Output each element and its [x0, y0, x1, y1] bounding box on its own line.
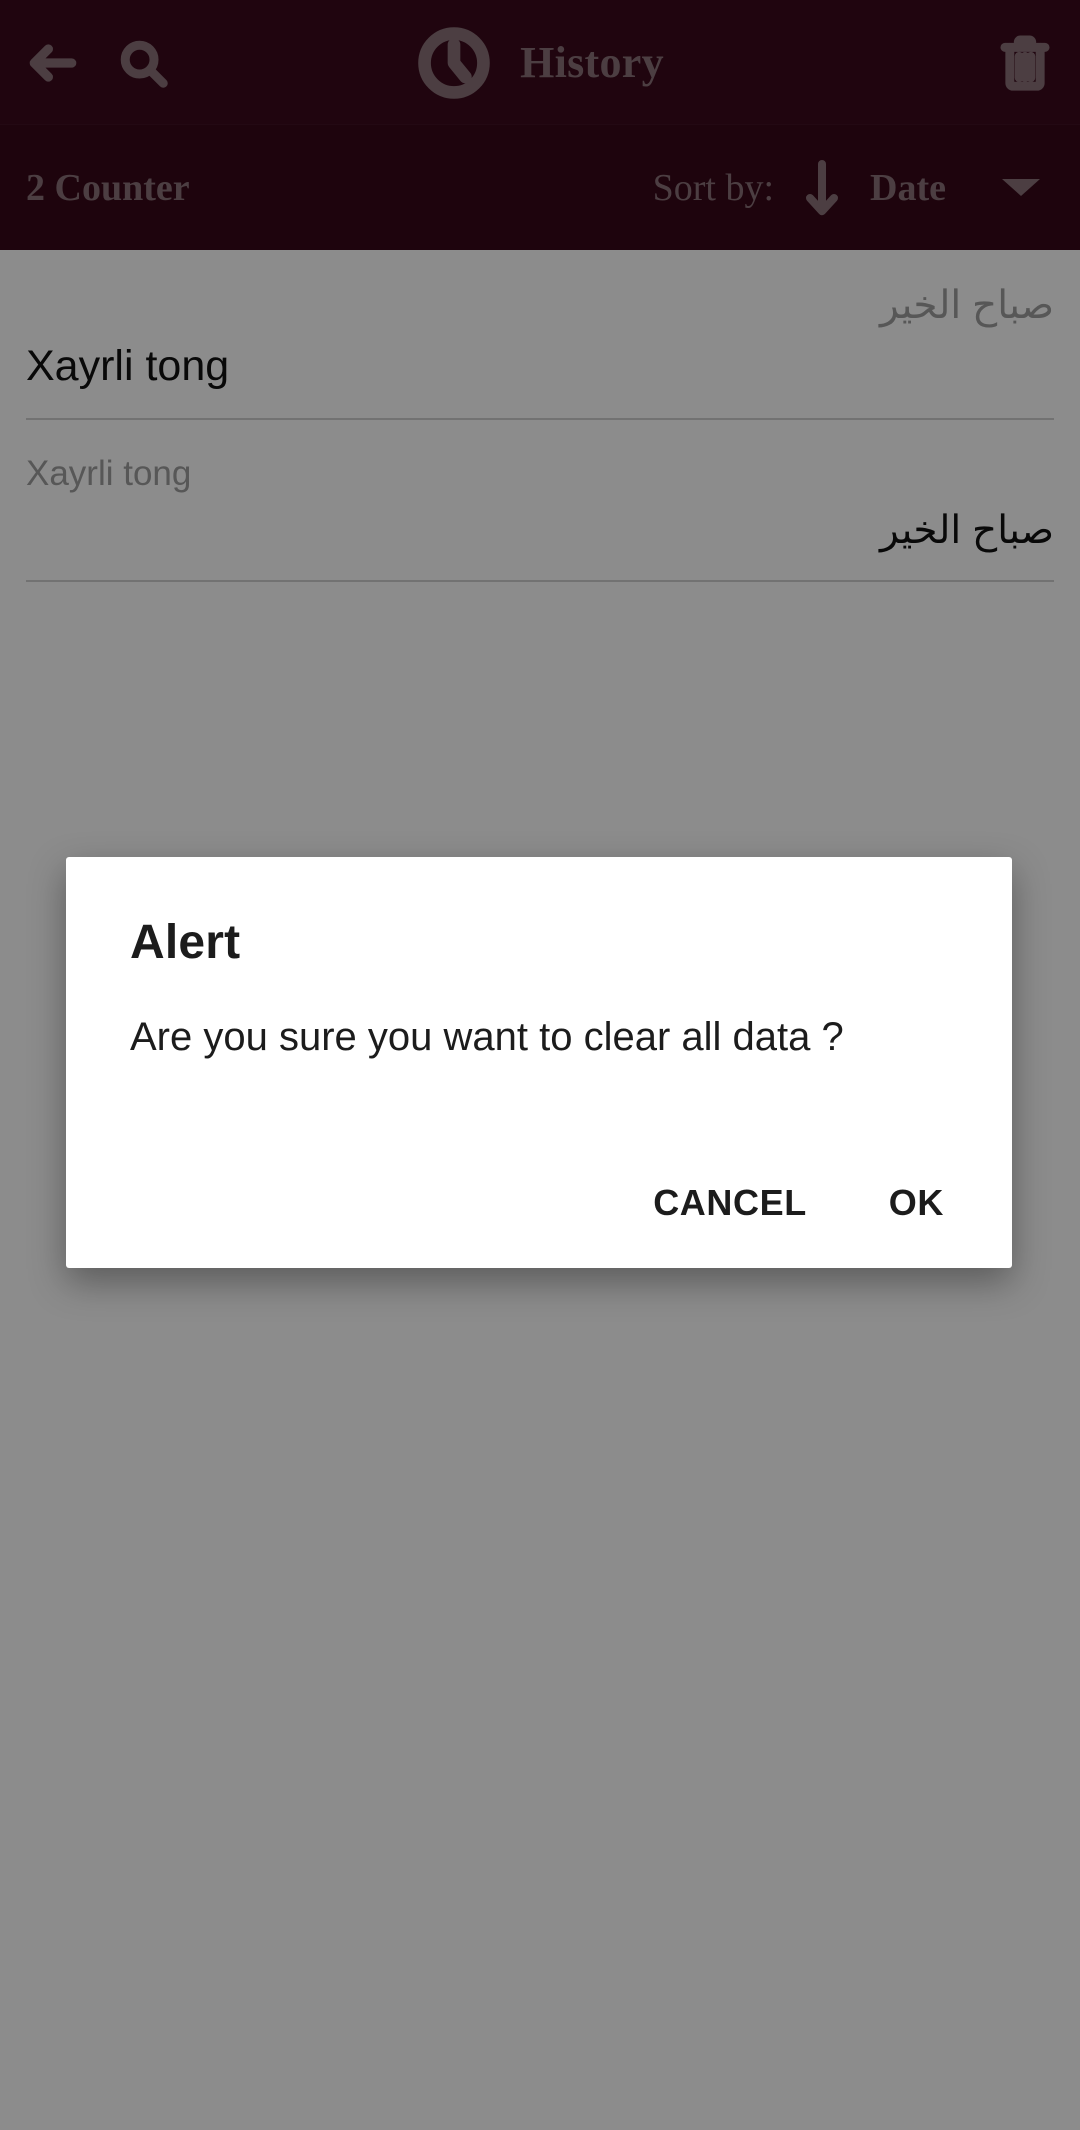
dialog-button-row: CANCEL OK	[623, 1164, 974, 1242]
ok-button[interactable]: OK	[859, 1164, 974, 1242]
cancel-button[interactable]: CANCEL	[623, 1164, 837, 1242]
dialog-title: Alert	[130, 916, 241, 969]
app-screen: صباح الخير Xayrli tong Xayrli tong صباح …	[0, 0, 1080, 2130]
alert-dialog: Alert Are you sure you want to clear all…	[66, 857, 1012, 1268]
dialog-message: Are you sure you want to clear all data …	[130, 1015, 844, 1059]
